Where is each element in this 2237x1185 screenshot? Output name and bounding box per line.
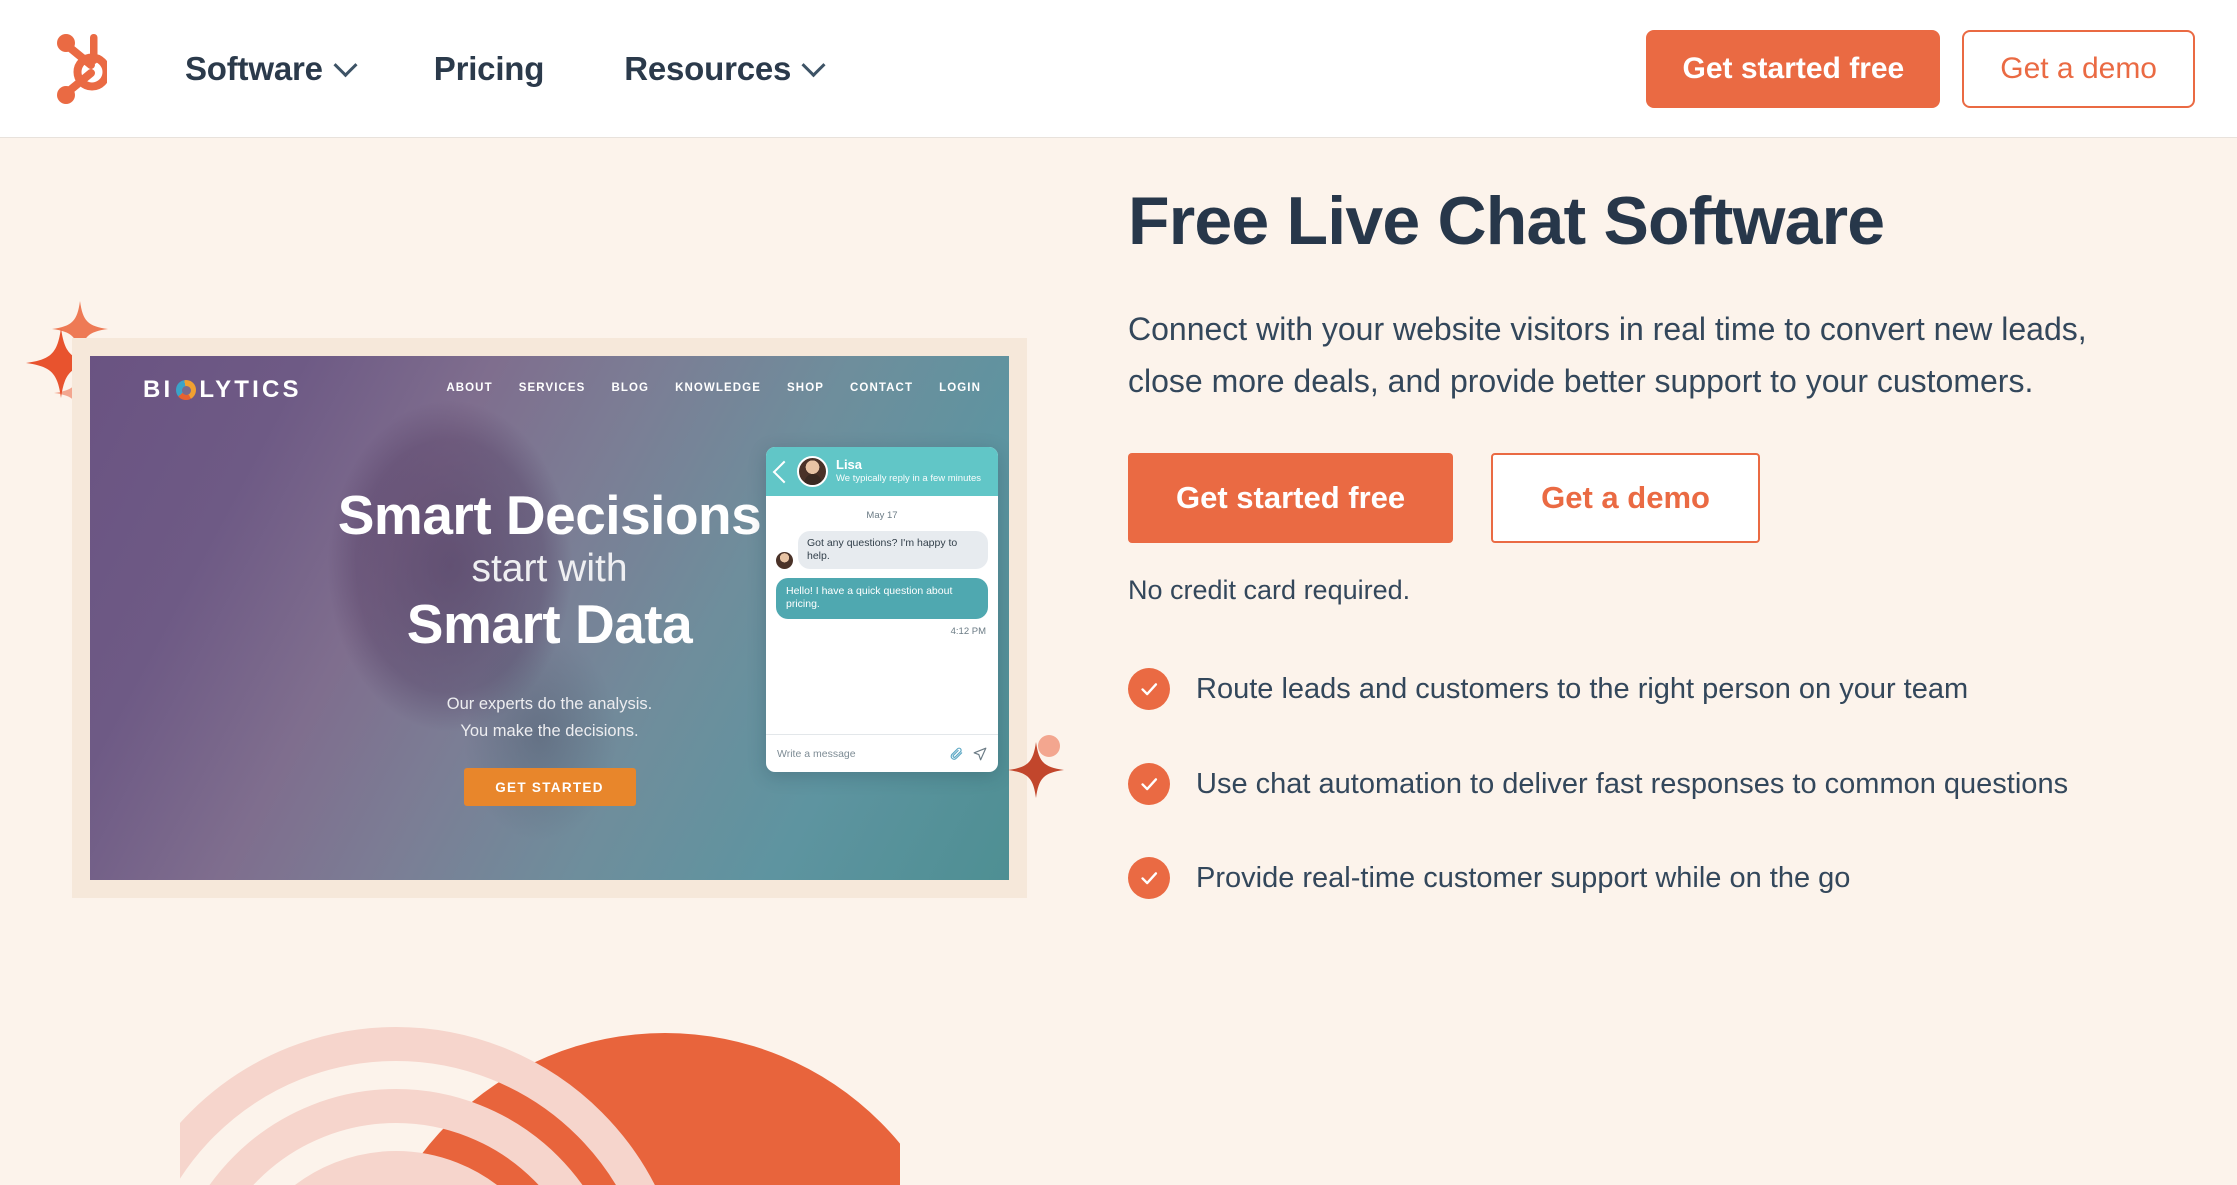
screenshot-get-started-button[interactable]: GET STARTED <box>463 768 636 807</box>
product-screenshot-card: BI LYTICS ABOUT SERVICES BLOG KNOWLEDGE … <box>72 338 1027 898</box>
biglytics-logo: BI LYTICS <box>143 376 302 404</box>
screenshot-topbar: BI LYTICS ABOUT SERVICES BLOG KNOWLEDGE … <box>90 356 1009 428</box>
header-get-started-free-button[interactable]: Get started free <box>1646 30 1941 108</box>
site-header: Software Pricing Resources Get started f… <box>0 0 2237 138</box>
screenshot-nav-knowledge[interactable]: KNOWLEDGE <box>675 382 761 394</box>
chat-message-incoming-row: Got any questions? I'm happy to help. <box>776 531 988 570</box>
hero-get-a-demo-button[interactable]: Get a demo <box>1491 453 1760 544</box>
chat-message-timestamp: 4:12 PM <box>950 625 986 637</box>
sprocket-icon <box>57 34 107 104</box>
chat-input-bar[interactable]: Write a message <box>766 734 998 772</box>
back-chevron-icon[interactable] <box>772 460 796 483</box>
feature-list: Route leads and customers to the right p… <box>1128 666 2188 901</box>
nav-item-software-label: Software <box>185 50 323 87</box>
send-icon[interactable] <box>973 747 987 761</box>
screenshot-nav-services[interactable]: SERVICES <box>519 382 586 394</box>
header-actions: Get started free Get a demo <box>1646 0 2195 138</box>
chat-reply-time: We typically reply in a few minutes <box>836 472 982 484</box>
check-circle-icon <box>1128 856 1170 899</box>
feature-text: Provide real-time customer support while… <box>1196 861 1851 894</box>
chat-message-outgoing-row: Hello! I have a quick question about pri… <box>776 578 988 619</box>
biglytics-logo-bi: BI <box>143 376 174 403</box>
chevron-down-icon <box>801 52 826 77</box>
screenshot-navigation: ABOUT SERVICES BLOG KNOWLEDGE SHOP CONTA… <box>446 382 981 394</box>
agent-avatar <box>797 456 828 487</box>
nav-item-resources[interactable]: Resources <box>584 50 862 88</box>
hero-description: Connect with your website visitors in re… <box>1128 310 2087 399</box>
biglytics-g-mark-icon <box>176 380 197 400</box>
chat-message-incoming: Got any questions? I'm happy to help. <box>798 531 988 570</box>
decorative-dot <box>1038 735 1060 757</box>
paperclip-icon[interactable] <box>950 747 964 761</box>
hero-cta-row: Get started free Get a demo <box>1128 453 2188 544</box>
product-screenshot: BI LYTICS ABOUT SERVICES BLOG KNOWLEDGE … <box>90 356 1009 880</box>
nav-item-pricing-label: Pricing <box>433 50 545 87</box>
nav-item-resources-label: Resources <box>624 50 792 87</box>
main-navigation: Software Pricing Resources <box>185 0 862 138</box>
chat-message-list: May 17 Got any questions? I'm happy to h… <box>766 496 998 734</box>
hero-get-started-free-button[interactable]: Get started free <box>1128 453 1454 544</box>
list-item: Provide real-time customer support while… <box>1128 855 2188 901</box>
hero-section: BI LYTICS ABOUT SERVICES BLOG KNOWLEDGE … <box>0 138 2237 1185</box>
no-credit-card-note: No credit card required. <box>1128 575 1411 606</box>
chat-agent-name: Lisa <box>836 456 863 472</box>
live-chat-widget: Lisa We typically reply in a few minutes… <box>766 447 998 772</box>
feature-text: Route leads and customers to the right p… <box>1196 673 1969 706</box>
chevron-down-icon <box>333 52 358 77</box>
hero-copy-column: Free Live Chat Software Connect with you… <box>1128 184 2188 949</box>
feature-text: Use chat automation to deliver fast resp… <box>1196 767 2069 800</box>
screenshot-nav-contact[interactable]: CONTACT <box>850 382 913 394</box>
check-circle-icon <box>1128 762 1170 805</box>
list-item: Route leads and customers to the right p… <box>1128 666 2188 712</box>
nav-item-software[interactable]: Software <box>185 50 394 88</box>
nav-item-pricing[interactable]: Pricing <box>394 50 584 88</box>
list-item: Use chat automation to deliver fast resp… <box>1128 761 2188 807</box>
screenshot-nav-shop[interactable]: SHOP <box>787 382 824 394</box>
chat-date-divider: May 17 <box>866 510 898 521</box>
chat-widget-header: Lisa We typically reply in a few minutes <box>766 447 998 496</box>
hubspot-sprocket-logo[interactable] <box>44 26 110 112</box>
screenshot-nav-blog[interactable]: BLOG <box>611 382 649 394</box>
screenshot-nav-login[interactable]: LOGIN <box>939 382 981 394</box>
chat-agent-info: Lisa We typically reply in a few minutes <box>836 456 982 485</box>
chat-message-outgoing: Hello! I have a quick question about pri… <box>776 578 988 619</box>
page-title: Free Live Chat Software <box>1128 183 1885 259</box>
message-avatar <box>776 552 793 570</box>
screenshot-nav-about[interactable]: ABOUT <box>446 382 492 394</box>
header-get-a-demo-button[interactable]: Get a demo <box>1962 30 2195 108</box>
biglytics-logo-lytics: LYTICS <box>199 376 302 403</box>
check-circle-icon <box>1128 668 1170 711</box>
chat-message-input[interactable]: Write a message <box>777 748 950 760</box>
